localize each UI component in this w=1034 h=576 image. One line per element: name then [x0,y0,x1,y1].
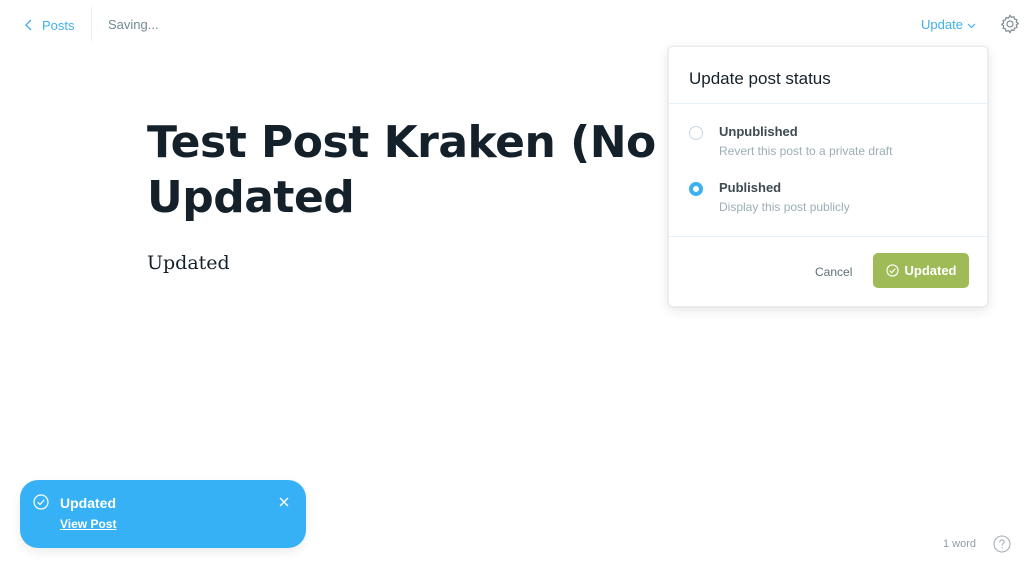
published-description: Display this post publicly [719,200,850,214]
status-option-published[interactable]: Published Display this post publicly [689,180,850,214]
status-option-unpublished[interactable]: Unpublished Revert this post to a privat… [689,124,892,158]
updated-button-label: Updated [904,263,957,278]
back-to-posts-link[interactable]: Posts [24,15,75,35]
view-post-link[interactable]: View Post [60,517,116,531]
popover-title: Update post status [689,69,831,88]
toast-title: Updated [60,495,116,511]
question-circle-icon [993,535,1011,553]
editor-header: Posts Saving... Update [0,0,1034,50]
published-radio[interactable] [689,182,703,196]
update-toast: Updated View Post [20,480,306,548]
settings-button[interactable] [999,13,1021,35]
published-label: Published [719,180,782,195]
update-trigger-label: Update [921,17,963,32]
gear-icon [1001,14,1019,34]
unpublished-radio[interactable] [689,126,703,140]
header-divider [91,7,92,41]
unpublished-description: Revert this post to a private draft [719,144,893,158]
save-status: Saving... [108,17,159,32]
updated-button[interactable]: Updated [873,253,969,288]
chevron-down-icon [967,23,976,28]
check-circle-icon [885,264,899,277]
popover-divider-bottom [669,236,987,237]
word-count: 1 word [943,538,977,550]
chevron-left-icon [25,19,32,31]
update-status-popover: Update post status Unpublished Revert th… [668,46,988,307]
help-button[interactable] [993,535,1011,553]
back-link-label: Posts [42,17,75,33]
cancel-button[interactable]: Cancel [815,265,852,279]
unpublished-label: Unpublished [719,124,798,139]
check-circle-icon [33,494,49,510]
close-icon[interactable] [279,497,289,507]
popover-divider-top [669,103,987,104]
update-dropdown-trigger[interactable]: Update [921,17,976,32]
